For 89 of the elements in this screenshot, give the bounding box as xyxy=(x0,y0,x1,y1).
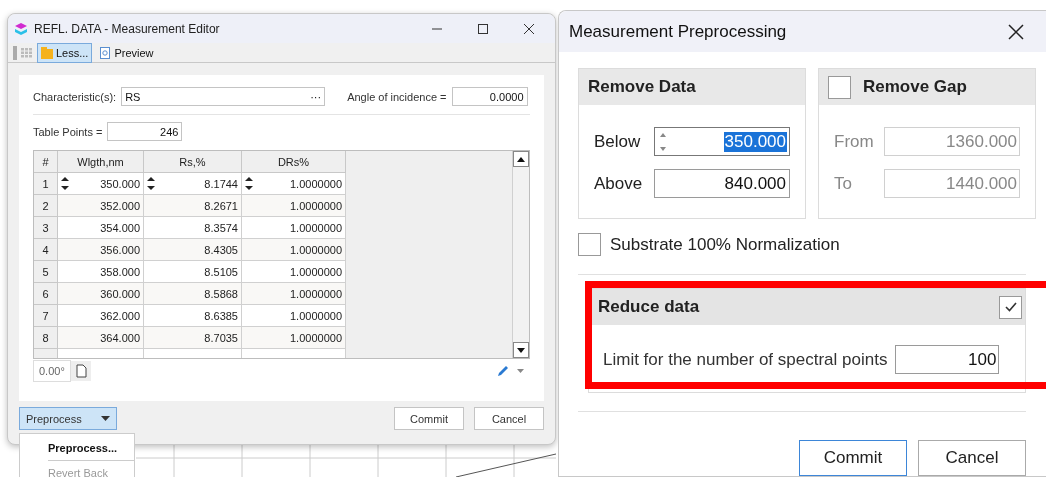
angle-label: Angle of incidence = xyxy=(347,90,447,103)
table-cell[interactable]: 8.1744 xyxy=(144,173,242,195)
number-field[interactable]: 350.000 xyxy=(654,127,790,156)
characteristics-field[interactable]: RS ··· xyxy=(121,87,326,106)
spinner-icon[interactable] xyxy=(61,177,69,190)
preview-icon xyxy=(100,46,112,59)
table-cell[interactable]: 354.000 xyxy=(58,217,144,239)
window-title: REFL. DATA - Measurement Editor xyxy=(34,21,221,36)
checkmark-icon xyxy=(1003,300,1018,314)
document-icon[interactable] xyxy=(70,361,91,381)
field-label: Below xyxy=(594,131,642,152)
row-number: 4 xyxy=(34,239,58,261)
field-label: To xyxy=(834,173,853,194)
group-title: Reduce data xyxy=(598,297,700,317)
close-icon xyxy=(523,22,535,35)
number-field[interactable]: 1440.000 xyxy=(884,169,1020,198)
preview-button[interactable]: Preview xyxy=(96,42,158,63)
scroll-down-button[interactable] xyxy=(513,342,529,358)
table-cell[interactable]: 8.4305 xyxy=(144,239,242,261)
preprocess-button[interactable]: Preprocess xyxy=(19,407,117,430)
table-cell[interactable]: 8.5868 xyxy=(144,283,242,305)
table-cell[interactable]: 1.0000000 xyxy=(242,173,346,195)
number-field[interactable]: 840.000 xyxy=(654,169,790,198)
table-cell[interactable]: 358.000 xyxy=(58,261,144,283)
table-cell[interactable]: 1.0000000 xyxy=(242,217,346,239)
table-cell[interactable]: 1.0000000 xyxy=(242,239,346,261)
checkbox[interactable] xyxy=(999,295,1022,319)
table-cell[interactable]: 1.0000000 xyxy=(242,261,346,283)
spinner-icon[interactable] xyxy=(147,177,155,190)
maximize-icon xyxy=(477,22,489,35)
checkbox[interactable] xyxy=(578,233,601,256)
field-label: Above xyxy=(594,173,644,194)
less-button[interactable]: Less... xyxy=(37,42,93,63)
table-cell[interactable]: 364.000 xyxy=(58,327,144,349)
angle-chip: 0.00° xyxy=(33,360,71,382)
limit-label: Limit for the number of spectral points xyxy=(603,349,888,370)
table-cell[interactable]: 360.000 xyxy=(58,283,144,305)
down-arrow-icon xyxy=(517,347,525,353)
cancel-button[interactable]: Cancel xyxy=(474,407,544,430)
row-number: 5 xyxy=(34,261,58,283)
row-number: 3 xyxy=(34,217,58,239)
table-cell[interactable]: 1.0000000 xyxy=(242,283,346,305)
scrollbar[interactable] xyxy=(512,151,529,358)
group-title: Remove Gap xyxy=(863,77,967,97)
table-points-label: Table Points = xyxy=(33,125,103,138)
column-header[interactable]: # xyxy=(34,151,58,173)
characteristics-label: Characteristic(s): xyxy=(33,90,117,103)
app-logo-icon xyxy=(14,21,28,36)
column-header[interactable]: Wlgth,nm xyxy=(58,151,144,173)
group-title: Remove Data xyxy=(588,77,696,97)
table-cell[interactable]: 350.000 xyxy=(58,173,144,195)
up-arrow-icon xyxy=(517,156,525,162)
number-field[interactable]: 1360.000 xyxy=(884,127,1020,156)
table-cell[interactable]: 8.3574 xyxy=(144,217,242,239)
limit-field[interactable]: 100 xyxy=(895,345,1000,374)
row-number: 2 xyxy=(34,195,58,217)
table-cell[interactable]: 8.2671 xyxy=(144,195,242,217)
pencil-icon[interactable] xyxy=(496,364,510,378)
commit-button[interactable]: Commit xyxy=(799,440,907,476)
row-number: 1 xyxy=(34,173,58,195)
table-cell[interactable]: 362.000 xyxy=(58,305,144,327)
table-cell[interactable]: 8.5105 xyxy=(144,261,242,283)
scroll-up-button[interactable] xyxy=(513,151,529,167)
table-cell[interactable]: 1.0000000 xyxy=(242,327,346,349)
table-cell[interactable]: 8.7035 xyxy=(144,327,242,349)
row-number: 8 xyxy=(34,327,58,349)
column-header[interactable]: Rs,% xyxy=(144,151,242,173)
table-cell[interactable]: 352.000 xyxy=(58,195,144,217)
angle-field[interactable]: 0.0000 xyxy=(451,87,528,106)
menu-item[interactable]: Preprocess... xyxy=(48,438,134,458)
table-cell[interactable]: 356.000 xyxy=(58,239,144,261)
table-points-field[interactable]: 246 xyxy=(107,122,183,141)
spinner-icon[interactable] xyxy=(245,177,253,190)
commit-button[interactable]: Commit xyxy=(394,407,464,430)
field-label: From xyxy=(834,131,875,152)
cancel-button[interactable]: Cancel xyxy=(918,440,1026,476)
table-cell[interactable]: 1.0000000 xyxy=(242,305,346,327)
grip-icon xyxy=(13,45,17,60)
close-icon xyxy=(1008,23,1024,40)
caret-icon xyxy=(101,416,110,421)
row-number: 6 xyxy=(34,283,58,305)
checkbox-label: Substrate 100% Normalization xyxy=(610,234,840,255)
checkbox[interactable] xyxy=(828,75,851,99)
folder-icon xyxy=(41,46,53,59)
table-cell[interactable]: 8.6385 xyxy=(144,305,242,327)
dialog-title: Measurement Preprocessing xyxy=(569,21,788,42)
table-cell[interactable]: 1.0000000 xyxy=(242,195,346,217)
column-header[interactable]: DRs% xyxy=(242,151,346,173)
row-number: 7 xyxy=(34,305,58,327)
